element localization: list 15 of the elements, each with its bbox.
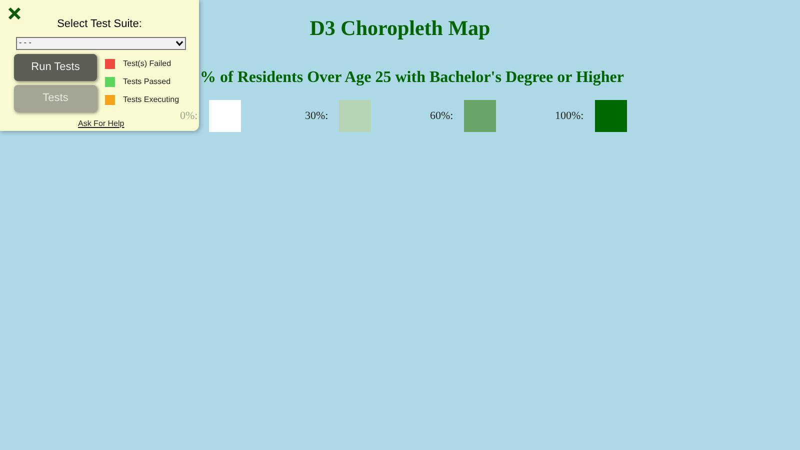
- close-icon[interactable]: [8, 7, 21, 20]
- map-subtitle: % of Residents Over Age 25 with Bachelor's Degree or Higher: [200, 68, 625, 88]
- legend-label: 60%:: [430, 108, 454, 124]
- suite-dropdown[interactable]: - - -: [16, 36, 186, 50]
- caret-icon: [176, 40, 183, 46]
- legend-label: 30%:: [305, 108, 328, 124]
- legend-label: 0%:: [180, 108, 198, 124]
- tests-button[interactable]: Run Tests: [14, 54, 97, 80]
- legend-label: 100%:: [555, 108, 584, 124]
- select-label: Select Test Suite:: [56, 17, 143, 32]
- map-title: D3 Choropleth Map: [310, 16, 490, 42]
- status-label: Tests Executing: [123, 94, 180, 106]
- status-label: Test(s) Failed: [123, 58, 172, 70]
- help-link[interactable]: Ask For Help: [78, 118, 124, 128]
- status-label: Tests Passed: [123, 76, 171, 88]
